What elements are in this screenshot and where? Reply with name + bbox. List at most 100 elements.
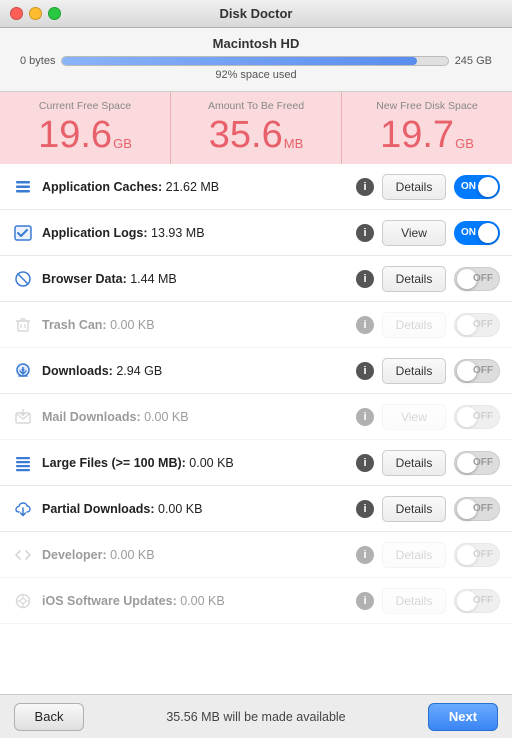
disk-section: Macintosh HD 0 bytes 245 GB 92% space us… — [0, 28, 512, 92]
stat-current-free: Current Free Space 19.6GB — [0, 92, 171, 164]
item-row-app-logs: Application Logs: 13.93 MB i View ON — [0, 210, 512, 256]
large-files-info-button[interactable]: i — [356, 454, 374, 472]
browser-data-icon — [12, 268, 34, 290]
app-caches-action-button[interactable]: Details — [382, 174, 446, 200]
app-logs-label: Application Logs: 13.93 MB — [42, 226, 348, 240]
app-caches-label: Application Caches: 21.62 MB — [42, 180, 348, 194]
disk-label-right: 245 GB — [455, 55, 492, 67]
ios-updates-label: iOS Software Updates: 0.00 KB — [42, 594, 348, 608]
partial-downloads-icon — [12, 498, 34, 520]
item-row-browser-data: Browser Data: 1.44 MB i Details OFF — [0, 256, 512, 302]
app-caches-toggle-knob — [478, 177, 498, 197]
downloads-label: Downloads: 2.94 GB — [42, 364, 348, 378]
trash-can-label: Trash Can: 0.00 KB — [42, 318, 348, 332]
disk-bar-track — [61, 56, 448, 66]
stat-value-2: 19.7GB — [350, 116, 504, 154]
stat-amount-freed: Amount To Be Freed 35.6MB — [171, 92, 342, 164]
downloads-action-button[interactable]: Details — [382, 358, 446, 384]
stat-label-0: Current Free Space — [8, 100, 162, 112]
item-row-ios-updates: iOS Software Updates: 0.00 KB i Details OFF — [0, 578, 512, 624]
items-list: Application Caches: 21.62 MB i Details ON A… — [0, 164, 512, 694]
developer-icon — [12, 544, 34, 566]
mail-downloads-toggle[interactable]: OFF — [454, 405, 500, 429]
large-files-icon — [12, 452, 34, 474]
developer-label: Developer: 0.00 KB — [42, 548, 348, 562]
mail-downloads-label: Mail Downloads: 0.00 KB — [42, 410, 348, 424]
stats-row: Current Free Space 19.6GB Amount To Be F… — [0, 92, 512, 164]
stat-label-2: New Free Disk Space — [350, 100, 504, 112]
developer-toggle[interactable]: OFF — [454, 543, 500, 567]
disk-name: Macintosh HD — [20, 36, 492, 51]
stat-value-0: 19.6GB — [8, 116, 162, 154]
disk-label-left: 0 bytes — [20, 55, 55, 67]
partial-downloads-toggle-label: OFF — [473, 503, 493, 514]
stat-label-1: Amount To Be Freed — [179, 100, 333, 112]
maximize-button[interactable] — [48, 7, 61, 20]
trash-can-icon — [12, 314, 34, 336]
mail-downloads-toggle-label: OFF — [473, 411, 493, 422]
ios-updates-info-button[interactable]: i — [356, 592, 374, 610]
item-row-large-files: Large Files (>= 100 MB): 0.00 KB i Details… — [0, 440, 512, 486]
developer-action-button: Details — [382, 542, 446, 568]
app-logs-toggle[interactable]: ON — [454, 221, 500, 245]
app-logs-icon — [12, 222, 34, 244]
app-caches-info-button[interactable]: i — [356, 178, 374, 196]
stat-value-1: 35.6MB — [179, 116, 333, 154]
item-row-mail-downloads: Mail Downloads: 0.00 KB i View OFF — [0, 394, 512, 440]
trash-can-info-button[interactable]: i — [356, 316, 374, 334]
app-caches-toggle[interactable]: ON — [454, 175, 500, 199]
ios-updates-action-button: Details — [382, 588, 446, 614]
titlebar-buttons — [10, 7, 61, 20]
ios-updates-toggle-label: OFF — [473, 595, 493, 606]
browser-data-toggle-label: OFF — [473, 273, 493, 284]
partial-downloads-action-button[interactable]: Details — [382, 496, 446, 522]
trash-can-action-button: Details — [382, 312, 446, 338]
partial-downloads-info-button[interactable]: i — [356, 500, 374, 518]
bottom-bar: Back 35.56 MB will be made available Nex… — [0, 694, 512, 738]
app-logs-toggle-label: ON — [461, 227, 476, 238]
disk-bar-row: 0 bytes 245 GB — [20, 55, 492, 67]
browser-data-info-button[interactable]: i — [356, 270, 374, 288]
downloads-info-button[interactable]: i — [356, 362, 374, 380]
large-files-action-button[interactable]: Details — [382, 450, 446, 476]
trash-can-toggle[interactable]: OFF — [454, 313, 500, 337]
back-button[interactable]: Back — [14, 703, 84, 731]
app-logs-toggle-knob — [478, 223, 498, 243]
browser-data-label: Browser Data: 1.44 MB — [42, 272, 348, 286]
item-row-partial-downloads: Partial Downloads: 0.00 KB i Details OFF — [0, 486, 512, 532]
app-caches-icon — [12, 176, 34, 198]
bottom-message: 35.56 MB will be made available — [166, 710, 345, 724]
item-row-downloads: Downloads: 2.94 GB i Details OFF — [0, 348, 512, 394]
ios-updates-toggle[interactable]: OFF — [454, 589, 500, 613]
item-row-trash-can: Trash Can: 0.00 KB i Details OFF — [0, 302, 512, 348]
app-logs-action-button[interactable]: View — [382, 220, 446, 246]
large-files-toggle-label: OFF — [473, 457, 493, 468]
item-row-app-caches: Application Caches: 21.62 MB i Details ON — [0, 164, 512, 210]
stat-new-free: New Free Disk Space 19.7GB — [342, 92, 512, 164]
mail-downloads-icon — [12, 406, 34, 428]
mail-downloads-info-button[interactable]: i — [356, 408, 374, 426]
downloads-toggle[interactable]: OFF — [454, 359, 500, 383]
browser-data-toggle[interactable]: OFF — [454, 267, 500, 291]
large-files-label: Large Files (>= 100 MB): 0.00 KB — [42, 456, 348, 470]
downloads-icon — [12, 360, 34, 382]
minimize-button[interactable] — [29, 7, 42, 20]
disk-used-label: 92% space used — [20, 69, 492, 81]
large-files-toggle[interactable]: OFF — [454, 451, 500, 475]
next-button[interactable]: Next — [428, 703, 498, 731]
trash-can-toggle-label: OFF — [473, 319, 493, 330]
titlebar: Disk Doctor — [0, 0, 512, 28]
ios-updates-icon — [12, 590, 34, 612]
close-button[interactable] — [10, 7, 23, 20]
partial-downloads-toggle[interactable]: OFF — [454, 497, 500, 521]
downloads-toggle-label: OFF — [473, 365, 493, 376]
app-logs-info-button[interactable]: i — [356, 224, 374, 242]
partial-downloads-label: Partial Downloads: 0.00 KB — [42, 502, 348, 516]
app-caches-toggle-label: ON — [461, 181, 476, 192]
mail-downloads-action-button: View — [382, 404, 446, 430]
developer-info-button[interactable]: i — [356, 546, 374, 564]
disk-bar-fill — [62, 57, 416, 65]
item-row-developer: Developer: 0.00 KB i Details OFF — [0, 532, 512, 578]
developer-toggle-label: OFF — [473, 549, 493, 560]
browser-data-action-button[interactable]: Details — [382, 266, 446, 292]
